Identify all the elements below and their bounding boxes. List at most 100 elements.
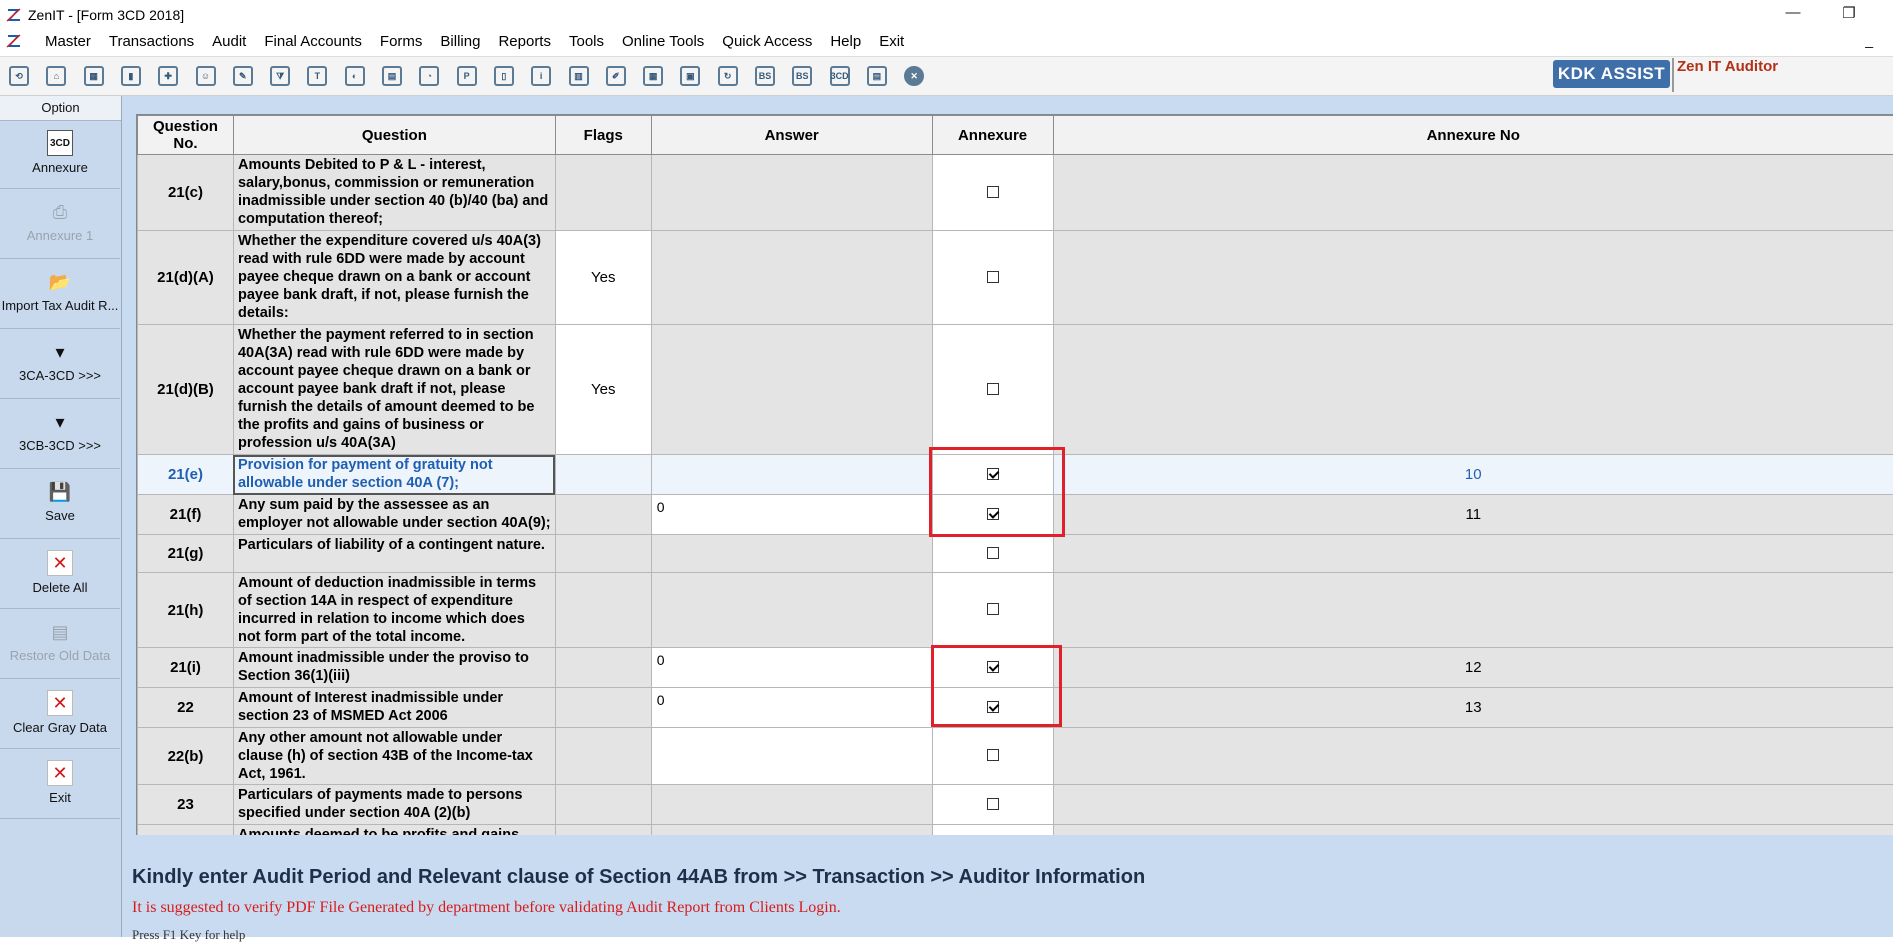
annexure-cell[interactable] — [932, 825, 1053, 836]
close-circle-icon[interactable]: ✕ — [901, 64, 927, 88]
annexure-cell[interactable] — [932, 325, 1053, 455]
annexure-cell[interactable] — [932, 728, 1053, 785]
pin-icon[interactable]: ✎ — [230, 64, 256, 88]
tax-icon[interactable]: T — [304, 64, 330, 88]
answer-cell[interactable] — [651, 455, 932, 495]
pay-icon[interactable]: P — [454, 64, 480, 88]
bs-sch-icon[interactable]: BS — [789, 64, 815, 88]
clear-gray-data-button[interactable]: ✕Clear Gray Data — [0, 680, 120, 749]
col-header-flags[interactable]: Flags — [555, 116, 651, 155]
annexure-cell[interactable] — [932, 785, 1053, 825]
folder-refresh-icon[interactable]: ↻ — [715, 64, 741, 88]
col-header-question[interactable]: Question — [233, 116, 555, 155]
gift-icon[interactable]: ✚ — [155, 64, 181, 88]
answer-cell[interactable] — [651, 573, 932, 648]
delete-all-button[interactable]: ✕Delete All — [0, 540, 120, 609]
folder-sync-icon[interactable]: ▣ — [677, 64, 703, 88]
disc-icon[interactable]: ◐ — [342, 64, 368, 88]
menu-exit[interactable]: Exit — [870, 33, 913, 50]
restore-old-data-button[interactable]: ▤Restore Old Data — [0, 610, 120, 679]
flags-cell[interactable] — [555, 155, 651, 231]
table-row[interactable]: 21(c)Amounts Debited to P & L - interest… — [138, 155, 1893, 231]
menu-online-tools[interactable]: Online Tools — [613, 33, 713, 50]
import-tax-audit-button[interactable]: 📂Import Tax Audit R... — [0, 260, 120, 329]
bar-chart-icon[interactable]: ▮ — [118, 64, 144, 88]
pie-icon[interactable]: ◔ — [416, 64, 442, 88]
table-row[interactable]: 23Particulars of payments made to person… — [138, 785, 1893, 825]
annexure-checkbox[interactable] — [987, 271, 999, 283]
edit-doc-icon[interactable]: ✐ — [603, 64, 629, 88]
answer-cell[interactable] — [651, 728, 932, 785]
3cb-3cd-button[interactable]: ▾3CB-3CD >>> — [0, 400, 120, 469]
flags-cell[interactable] — [555, 455, 651, 495]
menu-tools[interactable]: Tools — [560, 33, 613, 50]
document-menu-icon[interactable] — [6, 33, 24, 49]
info-icon[interactable]: i — [528, 64, 554, 88]
answer-cell[interactable] — [651, 325, 932, 455]
answer-cell[interactable] — [651, 155, 932, 231]
table-row[interactable]: 21(h)Amount of deduction inadmissible in… — [138, 573, 1893, 648]
answer-cell[interactable]: 0 — [651, 648, 932, 688]
menu-audit[interactable]: Audit — [203, 33, 255, 50]
menu-billing[interactable]: Billing — [431, 33, 489, 50]
calculator-icon[interactable]: ▤ — [379, 64, 405, 88]
building-icon[interactable]: ▦ — [81, 64, 107, 88]
document-list-icon[interactable]: ▤ — [864, 64, 890, 88]
answer-cell[interactable] — [651, 535, 932, 573]
table-row[interactable]: 21(d)(B)Whether the payment referred to … — [138, 325, 1893, 455]
menu-help[interactable]: Help — [821, 33, 870, 50]
answer-cell[interactable]: 0 — [651, 495, 932, 535]
col-header-answer[interactable]: Answer — [651, 116, 932, 155]
table-row[interactable]: 21(d)(A)Whether the expenditure covered … — [138, 231, 1893, 325]
group-icon[interactable]: ☺ — [193, 64, 219, 88]
annexure-checkbox[interactable] — [987, 798, 999, 810]
annexure-1-button[interactable]: ⎙Annexure 1 — [0, 190, 120, 259]
menu-final-accounts[interactable]: Final Accounts — [255, 33, 371, 50]
answer-cell[interactable] — [651, 785, 932, 825]
menu-forms[interactable]: Forms — [371, 33, 432, 50]
annexure-button[interactable]: 3CDAnnexure — [0, 120, 120, 189]
annexure-cell[interactable] — [932, 573, 1053, 648]
minimize-button[interactable]: — — [1773, 4, 1813, 21]
answer-cell[interactable]: 0 — [651, 688, 932, 728]
table-row[interactable]: 24Amounts deemed to be profits and gains… — [138, 825, 1893, 836]
flags-cell[interactable] — [555, 785, 651, 825]
book-icon[interactable]: ▯ — [491, 64, 517, 88]
filter-icon[interactable]: ⧩ — [267, 64, 293, 88]
flags-cell[interactable]: Yes — [555, 231, 651, 325]
menu-quick-access[interactable]: Quick Access — [713, 33, 821, 50]
annexure-checkbox[interactable] — [987, 547, 999, 559]
annexure-checkbox[interactable] — [987, 186, 999, 198]
mdi-minimize-button[interactable]: _ — [1865, 32, 1873, 48]
flags-cell[interactable]: Yes — [555, 325, 651, 455]
restore-button[interactable]: ❐ — [1829, 4, 1869, 22]
flags-cell[interactable] — [555, 825, 651, 836]
report-icon[interactable]: ▥ — [566, 64, 592, 88]
home-icon[interactable]: ⌂ — [43, 64, 69, 88]
menu-master[interactable]: Master — [36, 33, 100, 50]
kdk-assist-button[interactable]: KDK ASSIST — [1553, 60, 1670, 88]
table-row[interactable]: 22(b)Any other amount not allowable unde… — [138, 728, 1893, 785]
exit-button[interactable]: ✕Exit — [0, 750, 120, 819]
annexure-checkbox[interactable] — [987, 603, 999, 615]
flags-cell[interactable] — [555, 495, 651, 535]
flags-cell[interactable] — [555, 535, 651, 573]
flags-cell[interactable] — [555, 648, 651, 688]
annexure-cell[interactable] — [932, 231, 1053, 325]
annexure-cell[interactable] — [932, 535, 1053, 573]
flags-cell[interactable] — [555, 728, 651, 785]
save-button[interactable]: 💾Save — [0, 470, 120, 539]
menu-reports[interactable]: Reports — [489, 33, 560, 50]
3ca-3cd-button[interactable]: ▾3CA-3CD >>> — [0, 330, 120, 399]
back-icon[interactable]: ⟲ — [6, 64, 32, 88]
annexure-cell[interactable] — [932, 155, 1053, 231]
col-header-question-no[interactable]: Question No. — [138, 116, 234, 155]
col-header-annexure[interactable]: Annexure — [932, 116, 1053, 155]
col-header-annexure-no[interactable]: Annexure No — [1053, 116, 1893, 155]
table-row[interactable]: 21(g)Particulars of liability of a conti… — [138, 535, 1893, 573]
answer-cell[interactable] — [651, 825, 932, 836]
annexure-checkbox[interactable] — [987, 383, 999, 395]
menu-transactions[interactable]: Transactions — [100, 33, 203, 50]
flags-cell[interactable] — [555, 688, 651, 728]
answer-cell[interactable] — [651, 231, 932, 325]
